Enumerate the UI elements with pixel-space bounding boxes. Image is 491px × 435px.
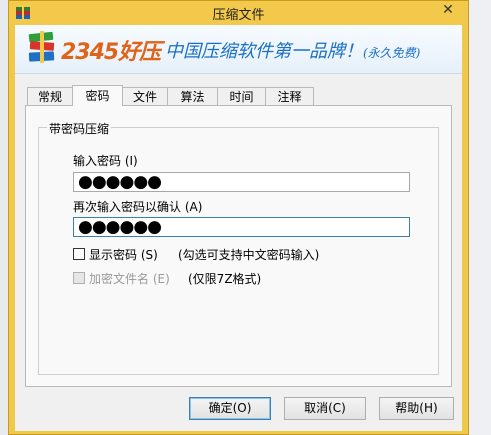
confirm-password-input[interactable]: ●●●●●● <box>73 217 410 237</box>
password-compress-group: 带密码压缩 输入密码 (I) ●●●●●● 再次输入密码以确认 (A) ●●●●… <box>38 120 439 375</box>
tab-algorithm[interactable]: 算法 <box>167 87 218 105</box>
slogan-sub: (永久免费) <box>363 46 421 60</box>
encrypt-filenames-checkbox[interactable] <box>73 272 85 284</box>
cancel-button[interactable]: 取消(C) <box>284 397 366 420</box>
background-window-right <box>469 0 491 435</box>
group-title: 带密码压缩 <box>47 120 112 137</box>
password-masked-value: ●●●●●● <box>78 172 162 192</box>
help-button[interactable]: 帮助(H) <box>379 397 454 420</box>
password-input[interactable]: ●●●●●● <box>73 172 410 192</box>
window-title: 压缩文件 <box>212 8 265 23</box>
password-tab-panel: 带密码压缩 输入密码 (I) ●●●●●● 再次输入密码以确认 (A) ●●●●… <box>25 105 452 387</box>
brand-banner: 2345好压 中国压缩软件第一品牌！(永久免费) <box>15 25 462 74</box>
encrypt-filenames-hint: (仅限7Z格式) <box>188 272 262 286</box>
encrypt-filenames-label: 加密文件名 (E) <box>89 272 170 286</box>
compress-dialog: 压缩文件 ✕ 2345好压 中国压缩软件第一品牌！(永久免费) 常规 密码 文件… <box>8 0 469 435</box>
show-password-checkbox[interactable] <box>73 248 85 260</box>
tab-files[interactable]: 文件 <box>122 87 168 105</box>
brand-slogan: 中国压缩软件第一品牌！(永久免费) <box>165 37 420 63</box>
confirm-password-label: 再次输入密码以确认 (A) <box>73 200 203 214</box>
slogan-main: 中国压缩软件第一品牌！ <box>165 41 363 62</box>
tab-general[interactable]: 常规 <box>27 87 73 105</box>
tab-time[interactable]: 时间 <box>217 87 266 105</box>
ok-button[interactable]: 确定(O) <box>189 397 271 420</box>
close-icon: ✕ <box>442 2 454 18</box>
show-password-hint: (勾选可支持中文密码输入) <box>178 248 320 262</box>
brand-logo-text: 2345好压 <box>61 40 161 65</box>
confirm-password-masked-value: ●●●●●● <box>78 217 162 237</box>
show-password-label[interactable]: 显示密码 (S) <box>89 246 158 263</box>
dialog-client-area: 2345好压 中国压缩软件第一品牌！(永久免费) 常规 密码 文件 算法 时间 … <box>15 25 462 431</box>
title-bar[interactable]: 压缩文件 ✕ <box>9 1 468 25</box>
close-button[interactable]: ✕ <box>432 1 464 19</box>
tab-password[interactable]: 密码 <box>72 85 123 106</box>
stacked-books-logo-icon <box>28 31 55 63</box>
tab-comment[interactable]: 注释 <box>265 87 314 105</box>
enter-password-label: 输入密码 (I) <box>73 154 138 168</box>
